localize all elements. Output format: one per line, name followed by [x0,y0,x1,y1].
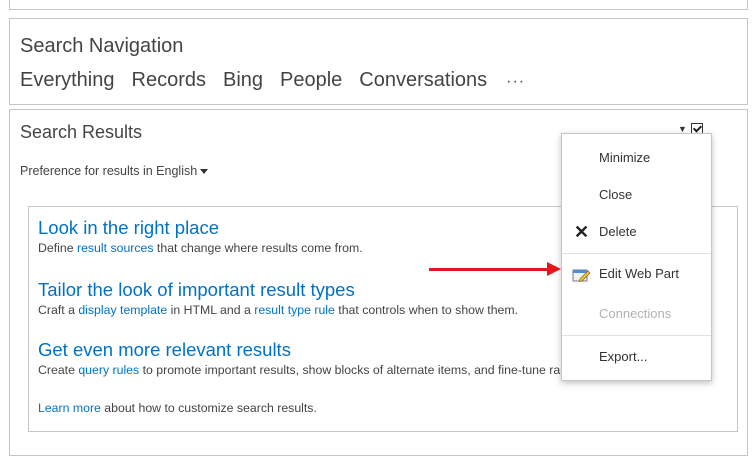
menu-item-label: Minimize [599,150,651,165]
language-preference: Preference for results in English [20,164,209,178]
menu-item-export[interactable]: Export... [562,340,711,374]
menu-separator [562,253,711,254]
menu-item-delete[interactable]: ✕ Delete [562,215,711,249]
tip-text: Craft a [38,303,79,317]
tip-display-template: Tailor the look of important result type… [38,279,518,317]
menu-separator [562,335,711,336]
tip-description: Create query rules to promote important … [38,363,593,377]
annotation-arrow-line [429,268,549,271]
learn-more-line: Learn more about how to customize search… [38,401,317,415]
result-sources-link[interactable]: result sources [77,241,154,255]
menu-item-label: Delete [599,224,637,239]
learn-more-text: about how to customize search results. [100,401,317,415]
menu-item-label: Edit Web Part [599,266,679,281]
menu-item-minimize[interactable]: Minimize [562,141,711,175]
display-template-link[interactable]: display template [78,303,167,317]
tip-text: Create [38,363,79,377]
tip-result-sources: Look in the right place Define result so… [38,217,363,255]
tip-query-rules: Get even more relevant results Create qu… [38,339,593,377]
search-navigation-webpart: Search Navigation Everything Records Bin… [9,18,748,105]
tip-text: in HTML and a [167,303,255,317]
menu-item-label: Export... [599,349,648,364]
nav-more-ellipsis[interactable]: ··· [506,73,525,91]
preference-label: Preference for results in [20,164,157,178]
top-webpart-edge [9,0,748,10]
learn-more-link[interactable]: Learn more [38,401,101,415]
search-navigation-title: Search Navigation [20,35,184,57]
menu-item-close[interactable]: Close [562,178,711,212]
nav-link-people[interactable]: People [280,69,342,92]
annotation-arrow-head-icon [547,262,561,276]
tip-title[interactable]: Tailor the look of important result type… [38,279,518,301]
x-icon: ✕ [574,222,590,242]
nav-link-everything[interactable]: Everything [20,69,115,92]
menu-item-label: Close [599,187,633,202]
nav-link-conversations[interactable]: Conversations [359,69,487,92]
search-navigation-links: Everything Records Bing People Conversat… [20,69,525,92]
menu-item-label: Connections [599,306,672,321]
caret-down-icon [200,169,209,175]
tip-text: that change where results come from. [153,241,363,255]
edit-webpart-icon [572,269,591,283]
language-dropdown[interactable]: English [156,164,209,178]
tip-description: Craft a display template in HTML and a r… [38,303,518,317]
search-results-title: Search Results [20,122,143,142]
query-rules-link[interactable]: query rules [78,363,139,377]
tip-text: to promote important results, show block… [139,363,594,377]
nav-link-records[interactable]: Records [132,69,206,92]
result-type-rule-link[interactable]: result type rule [254,303,335,317]
tip-text: Define [38,241,77,255]
tip-title[interactable]: Look in the right place [38,217,363,239]
webpart-context-menu: Minimize Close ✕ Delete Edit Web Part Co… [561,133,712,381]
nav-link-bing[interactable]: Bing [223,69,263,92]
menu-item-connections: Connections [562,297,711,331]
tip-text: that controls when to show them. [334,303,519,317]
tip-description: Define result sources that change where … [38,241,363,255]
tip-title[interactable]: Get even more relevant results [38,339,593,361]
language-value: English [156,164,198,178]
menu-item-edit-web-part[interactable]: Edit Web Part [562,257,711,291]
